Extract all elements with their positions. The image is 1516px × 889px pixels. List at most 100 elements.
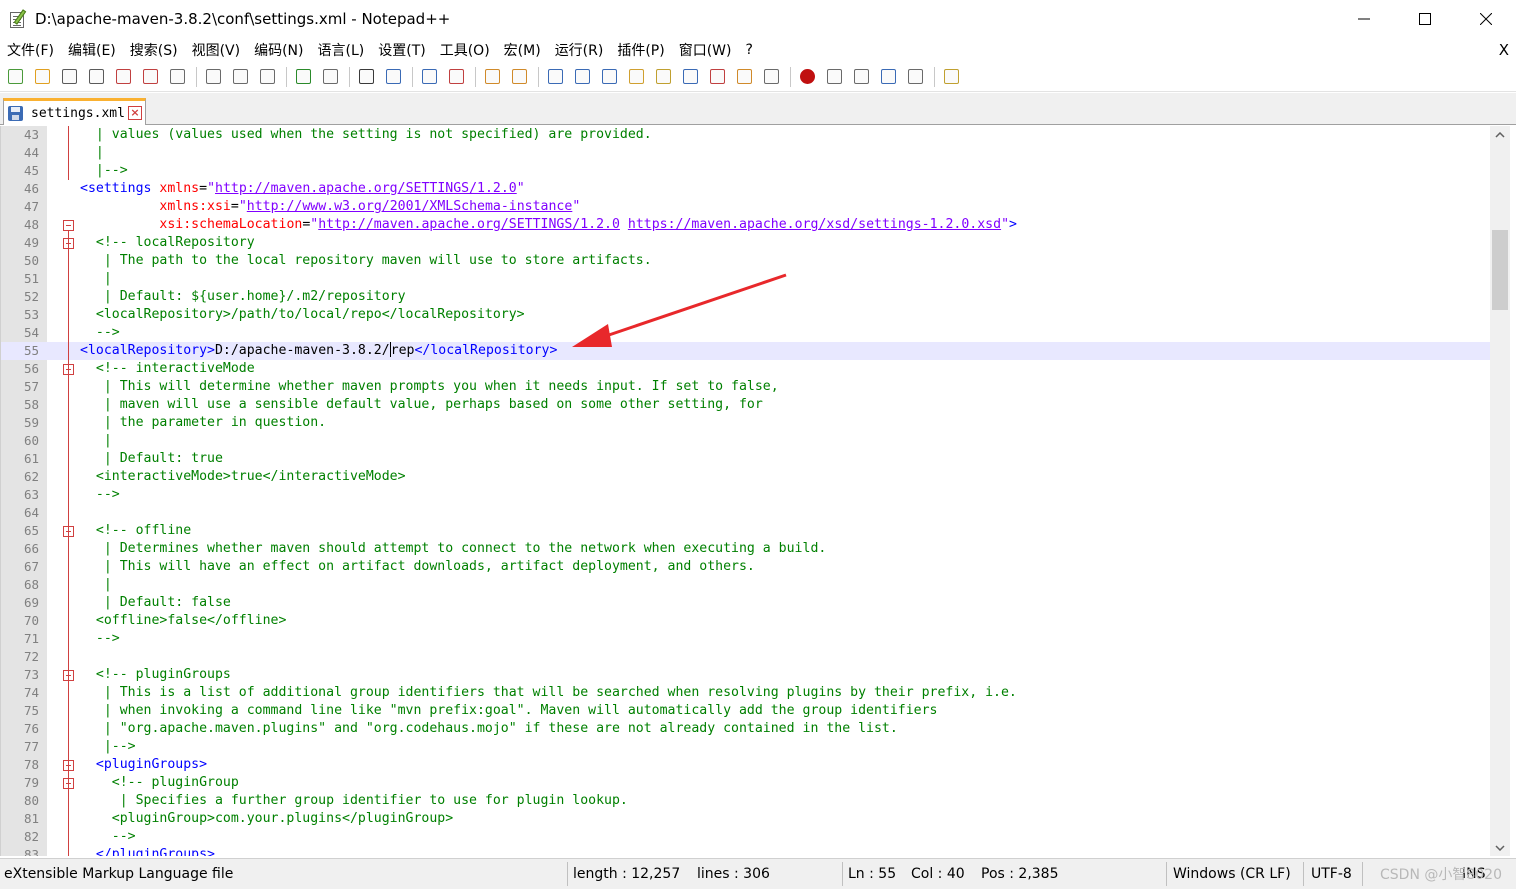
open-file-button[interactable] [32,66,53,87]
code-line[interactable]: 64 [1,504,1490,522]
code-line[interactable]: 78 <pluginGroups> [1,756,1490,774]
scroll-down-button[interactable] [1490,839,1510,856]
sync-vertical-button[interactable] [482,66,503,87]
code-line[interactable]: 49 <!-- localRepository [1,234,1490,252]
function-list-button[interactable] [707,66,728,87]
code-line[interactable]: 55 <localRepository>D:/apache-maven-3.8.2… [1,342,1490,360]
menu-settings[interactable]: 设置(T) [371,40,432,60]
code-line[interactable]: 80 | Specifies a further group identifie… [1,792,1490,810]
menu-edit[interactable]: 编辑(E) [61,40,123,60]
code-line[interactable]: 57 | This will determine whether maven p… [1,378,1490,396]
play-macro-button[interactable] [851,66,872,87]
tab-close-button[interactable]: × [128,106,142,120]
record-macro-button[interactable] [797,66,818,87]
print-button[interactable] [167,66,188,87]
show-all-chars-button[interactable] [572,66,593,87]
code-line[interactable]: 62 <interactiveMode>true</interactiveMod… [1,468,1490,486]
monitoring-button[interactable] [761,66,782,87]
zoom-out-button[interactable] [446,66,467,87]
code-line[interactable]: 46 <settings xmlns="http://maven.apache.o… [1,180,1490,198]
code-line[interactable]: 56 <!-- interactiveMode [1,360,1490,378]
code-line[interactable]: 73 <!-- pluginGroups [1,666,1490,684]
sync-horizontal-button[interactable] [509,66,530,87]
code-line[interactable]: 76 | "org.apache.maven.plugins" and "org… [1,720,1490,738]
menu-encoding[interactable]: 编码(N) [247,40,310,60]
stop-macro-button[interactable] [824,66,845,87]
code-line[interactable]: 69 | Default: false [1,594,1490,612]
replace-button[interactable] [383,66,404,87]
close-all-button[interactable] [140,66,161,87]
zoom-in-button[interactable] [419,66,440,87]
code-line[interactable]: 53 <localRepository>/path/to/local/repo<… [1,306,1490,324]
close-window-button[interactable] [1455,0,1516,38]
vertical-scrollbar[interactable] [1490,126,1510,856]
maximize-button[interactable] [1394,0,1455,38]
code-line[interactable]: 44 | [1,144,1490,162]
scrollbar-thumb[interactable] [1492,230,1508,310]
menu-run[interactable]: 运行(R) [548,40,611,60]
code-line[interactable]: 79 <!-- pluginGroup [1,774,1490,792]
redo-button[interactable] [320,66,341,87]
minimize-button[interactable] [1333,0,1394,38]
code-line[interactable]: 52 | Default: ${user.home}/.m2/repositor… [1,288,1490,306]
menu-tools[interactable]: 工具(O) [433,40,497,60]
menu-search[interactable]: 搜索(S) [123,40,185,60]
word-wrap-button[interactable] [545,66,566,87]
menu-window[interactable]: 窗口(W) [672,40,739,60]
doc-map-button[interactable] [653,66,674,87]
code-line[interactable]: 77 |--> [1,738,1490,756]
code-line[interactable]: 47 xmlns:xsi="http://www.w3.org/2001/XML… [1,198,1490,216]
code-line[interactable]: 74 | This is a list of additional group … [1,684,1490,702]
code-line[interactable]: 50 | The path to the local repository ma… [1,252,1490,270]
code-line[interactable]: 70 <offline>false</offline> [1,612,1490,630]
code-token[interactable]: http://maven.apache.org/SETTINGS/1.2.0 [318,217,620,232]
code-line[interactable]: 61 | Default: true [1,450,1490,468]
menu-language[interactable]: 语言(L) [311,40,372,60]
paste-button[interactable] [257,66,278,87]
close-button[interactable] [113,66,134,87]
code-line[interactable]: 67 | This will have an effect on artifac… [1,558,1490,576]
close-document-button[interactable]: X [1499,41,1509,59]
code-line[interactable]: 68 | [1,576,1490,594]
run-macro-multiple-button[interactable] [878,66,899,87]
code-line[interactable]: 43 | values (values used when the settin… [1,126,1490,144]
save-macro-button[interactable] [905,66,926,87]
new-file-button[interactable] [5,66,26,87]
menu-plugins[interactable]: 插件(P) [610,40,671,60]
menu-view[interactable]: 视图(V) [185,40,248,60]
undo-button[interactable] [293,66,314,87]
code-line[interactable]: 54 --> [1,324,1490,342]
scroll-up-button[interactable] [1490,126,1510,143]
code-line[interactable]: 83 </pluginGroups> [1,846,1490,856]
code-token[interactable]: https://maven.apache.org/xsd/settings-1.… [628,217,1001,232]
save-all-button[interactable] [86,66,107,87]
indent-guide-button[interactable] [599,66,620,87]
plugin-button[interactable] [941,66,962,87]
doc-list-button[interactable] [680,66,701,87]
editor-area[interactable]: 43 | values (values used when the settin… [0,126,1490,856]
cut-button[interactable] [203,66,224,87]
menu-help[interactable]: ? [739,42,760,58]
save-button[interactable] [59,66,80,87]
code-line[interactable]: 48 xsi:schemaLocation="http://maven.apac… [1,216,1490,234]
code-line[interactable]: 45 |--> [1,162,1490,180]
code-line[interactable]: 63 --> [1,486,1490,504]
folder-as-workspace-button[interactable] [734,66,755,87]
code-line[interactable]: 51 | [1,270,1490,288]
code-line[interactable]: 65 <!-- offline [1,522,1490,540]
user-defined-language-button[interactable] [626,66,647,87]
fold-toggle-icon[interactable] [63,220,74,231]
code-line[interactable]: 72 [1,648,1490,666]
copy-button[interactable] [230,66,251,87]
code-line[interactable]: 81 <pluginGroup>com.your.plugins</plugin… [1,810,1490,828]
code-line[interactable]: 71 --> [1,630,1490,648]
code-token[interactable]: http://maven.apache.org/SETTINGS/1.2.0 [215,181,517,196]
code-line[interactable]: 75 | when invoking a command line like "… [1,702,1490,720]
tab-settings-xml[interactable]: settings.xml × [3,98,146,125]
code-line[interactable]: 82 --> [1,828,1490,846]
find-button[interactable] [356,66,377,87]
menu-file[interactable]: 文件(F) [0,40,61,60]
code-line[interactable]: 60 | [1,432,1490,450]
code-line[interactable]: 66 | Determines whether maven should att… [1,540,1490,558]
code-line[interactable]: 58 | maven will use a sensible default v… [1,396,1490,414]
